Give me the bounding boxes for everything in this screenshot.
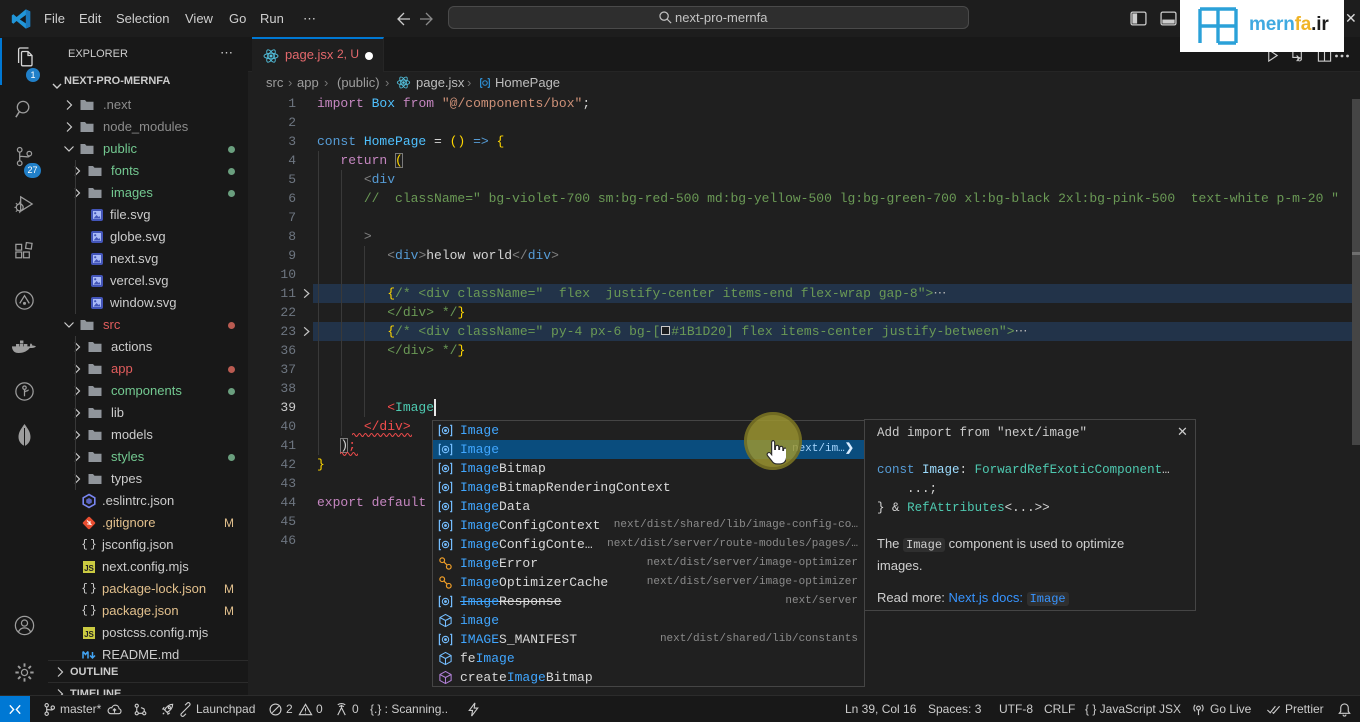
svg-text:JS: JS bbox=[84, 630, 94, 639]
svg-text:JS: JS bbox=[84, 564, 94, 573]
